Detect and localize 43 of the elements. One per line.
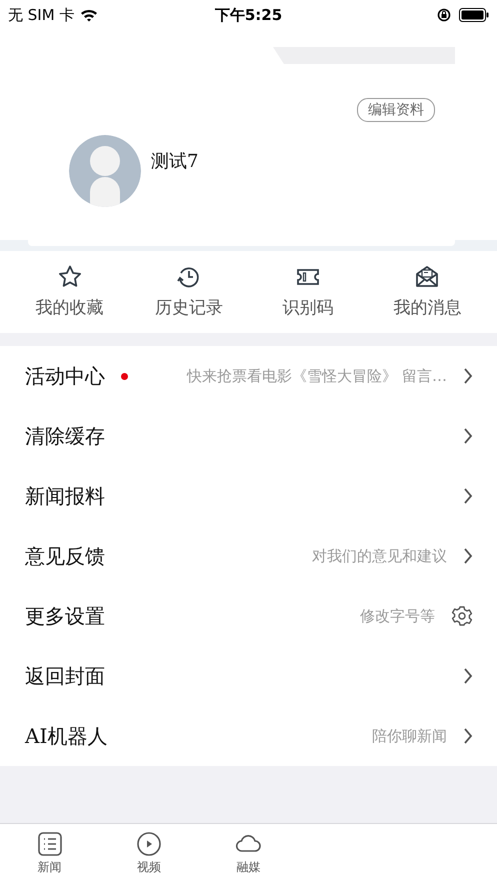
menu-row[interactable]: 活动中心 快来抢票看电影《雪怪大冒险》 留言… [0, 346, 497, 406]
carrier-text: 无 SIM 卡 [8, 6, 74, 24]
shortcut-button[interactable]: 我的收藏 [10, 264, 130, 319]
menu-label: 更多设置 [25, 602, 105, 630]
menu-detail: 陪你聊新闻 [372, 726, 447, 746]
menu-row[interactable]: 返回封面 [0, 646, 497, 706]
list-icon [36, 831, 63, 857]
menu-label: 意见反馈 [25, 542, 105, 570]
menu-label: 返回封面 [25, 662, 105, 690]
wifi-icon [80, 8, 98, 22]
tab-button[interactable]: 视频 [99, 824, 199, 883]
rotation-lock-icon [437, 8, 451, 22]
play-icon [136, 831, 162, 857]
menu-row[interactable]: 新闻报料 [0, 466, 497, 526]
menu-row[interactable]: AI机器人 陪你聊新闻 [0, 706, 497, 766]
menu-row[interactable]: 清除缓存 [0, 406, 497, 466]
menu-detail: 对我们的意见和建议 [312, 546, 447, 566]
menu-label: 新闻报料 [25, 482, 105, 510]
user-name: 测试7 [151, 150, 198, 173]
menu-label: AI机器人 [25, 722, 108, 750]
chevron-icon [463, 667, 473, 685]
chevron-icon [463, 367, 473, 385]
settings-icon [451, 605, 473, 627]
avatar-icon [69, 135, 141, 207]
menu-detail: 修改字号等 [360, 606, 435, 626]
menu-detail: 快来抢票看电影《雪怪大冒险》 留言… [187, 366, 447, 386]
chevron-icon [463, 727, 473, 745]
envelope-icon [414, 264, 440, 290]
shortcut-button[interactable]: 我的消息 [368, 264, 487, 319]
menu-label: 活动中心 [25, 362, 105, 390]
tab-button[interactable]: 新闻 [0, 824, 100, 883]
chevron-icon [463, 547, 473, 565]
menu-label: 清除缓存 [25, 422, 105, 450]
battery-icon [459, 8, 489, 22]
chevron-icon [463, 427, 473, 445]
menu-row[interactable]: 更多设置 修改字号等 [0, 586, 497, 646]
tab-button[interactable]: 融媒 [198, 824, 298, 883]
shortcut-button[interactable]: 识别码 [248, 264, 368, 319]
chevron-icon [463, 487, 473, 505]
menu-row[interactable]: 意见反馈 对我们的意见和建议 [0, 526, 497, 586]
shortcut-button[interactable]: 历史记录 [129, 264, 248, 319]
edit-profile-button[interactable]: 编辑资料 [357, 98, 435, 122]
clock-time: 下午5:25 [214, 6, 282, 24]
